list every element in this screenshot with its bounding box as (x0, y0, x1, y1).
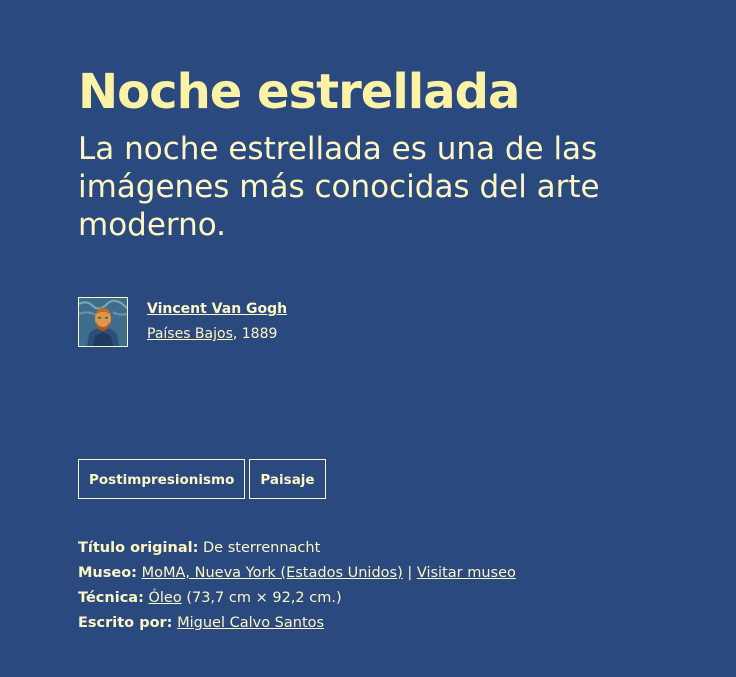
author-year: , 1889 (232, 326, 278, 342)
museum-row: Museo: MoMA, Nueva York (Estados Unidos)… (78, 561, 516, 586)
tag-paisaje[interactable]: Paisaje (249, 459, 326, 499)
written-by-label: Escrito por: (78, 615, 173, 631)
original-title-value: De sterrennacht (203, 540, 321, 556)
museum-separator: | (402, 565, 417, 581)
author-avatar[interactable] (78, 297, 128, 347)
artwork-details: Título original: De sterrennacht Museo: … (78, 536, 516, 636)
author-info: Vincent Van Gogh Países Bajos, 1889 (147, 297, 287, 347)
author-country-link[interactable]: Países Bajos (147, 326, 233, 342)
author-card: Vincent Van Gogh Países Bajos, 1889 (78, 297, 658, 347)
original-title-row: Título original: De sterrennacht (78, 536, 516, 561)
artwork-subtitle: La noche estrellada es una de las imágen… (78, 131, 600, 243)
author-name-row: Vincent Van Gogh (147, 297, 287, 322)
technique-label: Técnica: (78, 590, 144, 606)
artwork-page: Noche estrellada La noche estrellada es … (0, 0, 736, 677)
visit-museum-link[interactable]: Visitar museo (417, 565, 516, 581)
van-gogh-portrait-icon (79, 298, 127, 346)
original-title-label: Título original: (78, 540, 199, 556)
technique-dimensions: (73,7 cm × 92,2 cm.) (186, 590, 342, 606)
author-meta: Países Bajos, 1889 (147, 322, 287, 347)
technique-row: Técnica: Óleo (73,7 cm × 92,2 cm.) (78, 586, 516, 611)
museum-label: Museo: (78, 565, 137, 581)
museum-link[interactable]: MoMA, Nueva York (Estados Unidos) (142, 565, 403, 581)
tag-list: Postimpresionismo Paisaje (78, 459, 326, 499)
written-by-link[interactable]: Miguel Calvo Santos (177, 615, 324, 631)
author-name-link[interactable]: Vincent Van Gogh (147, 301, 287, 317)
written-by-row: Escrito por: Miguel Calvo Santos (78, 611, 516, 636)
tag-postimpresionismo[interactable]: Postimpresionismo (78, 459, 246, 499)
technique-link[interactable]: Óleo (148, 590, 181, 606)
page-title: Noche estrellada (78, 64, 520, 120)
